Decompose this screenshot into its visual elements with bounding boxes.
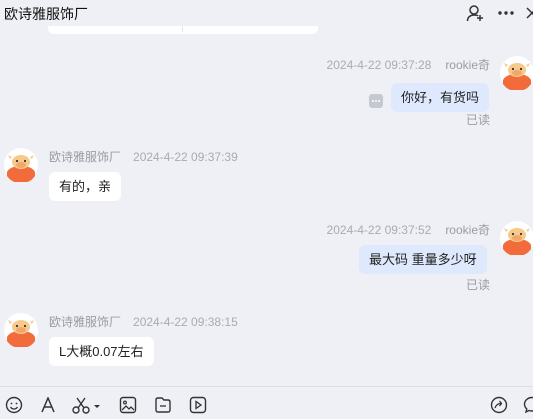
- more-icon[interactable]: [496, 3, 516, 23]
- message-meta: 2024-4-22 09:37:28 rookie奇: [327, 56, 490, 73]
- previous-message-card: [48, 26, 318, 34]
- message-more-icon[interactable]: [369, 94, 383, 108]
- message-bubble[interactable]: L大概0.07左右: [49, 337, 154, 366]
- chat-icon[interactable]: [522, 396, 533, 414]
- input-toolbar: [0, 386, 533, 419]
- message-time: 2024-4-22 09:37:28: [326, 58, 432, 72]
- sender-name: 欧诗雅服饰厂: [49, 150, 122, 164]
- share-icon[interactable]: [489, 396, 509, 414]
- font-icon[interactable]: [38, 396, 58, 414]
- sender-name: 欧诗雅服饰厂: [49, 315, 122, 329]
- image-icon[interactable]: [118, 396, 138, 414]
- avatar[interactable]: [500, 56, 533, 90]
- add-user-icon[interactable]: [465, 3, 485, 23]
- sender-name: rookie奇: [445, 223, 490, 237]
- video-icon[interactable]: [188, 396, 208, 414]
- read-status: 已读: [466, 278, 491, 292]
- read-status: 已读: [466, 113, 491, 127]
- file-icon[interactable]: [153, 396, 173, 414]
- message-bubble[interactable]: 有的，亲: [49, 172, 122, 201]
- chat-header: 欧诗雅服饰厂: [0, 0, 533, 26]
- avatar[interactable]: [4, 148, 38, 182]
- chat-title: 欧诗雅服饰厂: [4, 6, 88, 22]
- message-meta: 欧诗雅服饰厂 2024-4-22 09:38:15: [49, 313, 238, 330]
- sender-name: rookie奇: [445, 58, 490, 72]
- avatar[interactable]: [500, 221, 533, 255]
- message-meta: 2024-4-22 09:37:52 rookie奇: [327, 221, 490, 238]
- message-time: 2024-4-22 09:38:15: [133, 315, 238, 329]
- scissors-icon[interactable]: [72, 396, 102, 414]
- close-icon[interactable]: [522, 3, 533, 23]
- message-meta: 欧诗雅服饰厂 2024-4-22 09:37:39: [49, 148, 238, 165]
- message-time: 2024-4-22 09:37:39: [133, 150, 238, 164]
- emoji-icon[interactable]: [4, 396, 24, 414]
- message-bubble[interactable]: 你好，有货吗: [391, 83, 490, 112]
- message-bubble[interactable]: 最大码 重量多少呀: [359, 245, 487, 274]
- avatar[interactable]: [4, 313, 38, 347]
- message-time: 2024-4-22 09:37:52: [326, 223, 432, 237]
- chat-message-list[interactable]: 2024-4-22 09:37:28 rookie奇 你好，有货吗 已读 欧诗雅服…: [0, 26, 533, 386]
